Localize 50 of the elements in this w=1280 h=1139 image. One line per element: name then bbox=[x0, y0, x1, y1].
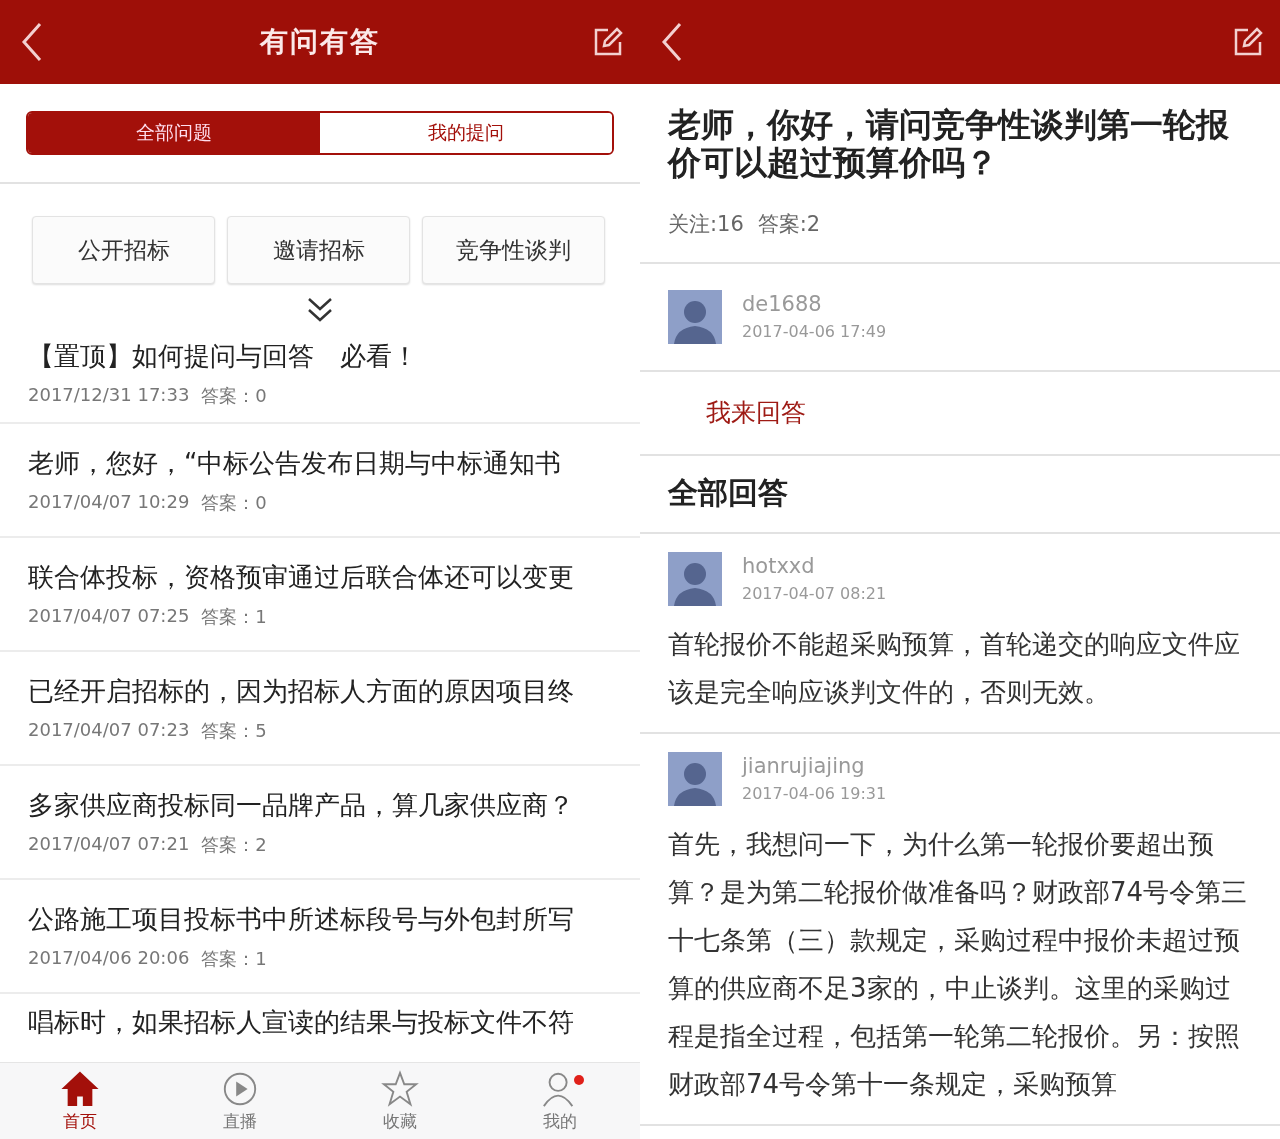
question-time: 2017/04/07 07:23 bbox=[28, 718, 190, 742]
nav-item[interactable]: 我的 bbox=[480, 1063, 640, 1139]
section-title: 全部回答 bbox=[668, 474, 788, 513]
question-heading: 老师，你好，请问竞争性谈判第一轮报价可以超过预算价吗？ bbox=[668, 106, 1230, 182]
follow-count: 关注:16 bbox=[668, 210, 744, 238]
answer-count: 答案：2 bbox=[201, 832, 267, 857]
question-time: 2017/04/07 10:29 bbox=[28, 490, 190, 514]
question-title[interactable]: 唱标时，如果招标人宣读的结果与投标文件不符 bbox=[28, 1004, 612, 1040]
username: hotxxd bbox=[742, 554, 816, 579]
question-title[interactable]: 联合体投标，资格预审通过后联合体还可以变更 bbox=[28, 559, 612, 595]
username: de1688 bbox=[742, 292, 823, 317]
tab[interactable]: 全部问题 bbox=[28, 113, 320, 153]
question-time: 2017/04/06 20:06 bbox=[28, 946, 190, 970]
back-icon[interactable] bbox=[660, 22, 684, 62]
question-time: 2017/12/31 17:33 bbox=[28, 383, 190, 407]
edit-icon[interactable] bbox=[592, 26, 624, 58]
question-title[interactable]: 老师，您好，“中标公告发布日期与中标通知书 bbox=[28, 445, 612, 481]
answer-count: 答案：0 bbox=[201, 383, 267, 408]
question-title[interactable]: 多家供应商投标同一品牌产品，算几家供应商？ bbox=[28, 787, 612, 823]
expand-icon[interactable] bbox=[306, 296, 334, 324]
username: jianrujiajing bbox=[742, 754, 866, 779]
nav-item[interactable]: 直播 bbox=[160, 1063, 320, 1139]
edit-icon[interactable] bbox=[1232, 26, 1264, 58]
back-icon[interactable] bbox=[20, 22, 44, 62]
category-button[interactable]: 邀请招标 bbox=[227, 216, 410, 284]
nav-item[interactable]: 收藏 bbox=[320, 1063, 480, 1139]
question-time: 2017/04/07 07:25 bbox=[28, 604, 190, 628]
answer-count: 答案：5 bbox=[201, 718, 267, 743]
answer-count: 答案：1 bbox=[201, 946, 267, 971]
avatar-icon bbox=[668, 289, 722, 344]
answer-count: 答案:2 bbox=[757, 210, 821, 238]
answer-count: 答案：0 bbox=[201, 490, 267, 515]
star-icon bbox=[381, 1069, 419, 1108]
nav-item[interactable]: 首页 bbox=[0, 1063, 160, 1139]
question-title[interactable]: 【置顶】如何提问与回答 必看！ bbox=[28, 338, 612, 374]
avatar-icon bbox=[668, 551, 722, 606]
answer-text: 首先，我想问一下，为什么第一轮报价要超出预算？是为第二轮报价做准备吗？财政部74号令第三十七条第（三）款规定，采购过程中报价未超过预算的供应商不足3家的，中止谈判。这里的采购过程是指全过程，包括第一轮第二轮报价。另：按照财政部74号令第十一条规定，采购预算 bbox=[668, 827, 1249, 1101]
post-time: 2017-04-06 19:31 bbox=[742, 784, 887, 804]
question-title[interactable]: 公路施工项目投标书中所述标段号与外包封所写 bbox=[28, 901, 612, 937]
question-time: 2017/04/07 07:21 bbox=[28, 832, 190, 856]
post-time: 2017-04-07 08:21 bbox=[742, 584, 887, 604]
post-time: 2017-04-06 17:49 bbox=[742, 322, 887, 342]
answer-count: 答案：1 bbox=[201, 604, 267, 629]
home-icon bbox=[61, 1069, 99, 1108]
avatar-icon bbox=[668, 751, 722, 806]
answer-text: 首轮报价不能超采购预算，首轮递交的响应文件应该是完全响应谈判文件的，否则无效。 bbox=[668, 627, 1241, 709]
question-title[interactable]: 已经开启招标的，因为招标人方面的原因项目终 bbox=[28, 673, 612, 709]
category-button[interactable]: 公开招标 bbox=[32, 216, 215, 284]
category-button[interactable]: 竞争性谈判 bbox=[422, 216, 605, 284]
page-title: 有问有答 bbox=[260, 24, 380, 60]
